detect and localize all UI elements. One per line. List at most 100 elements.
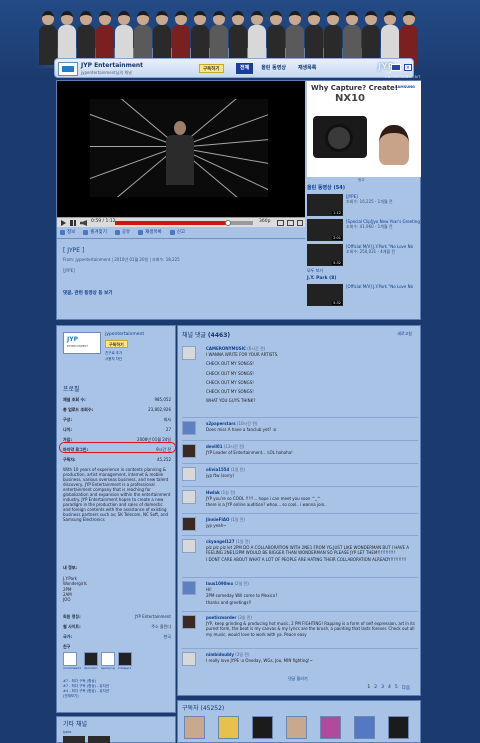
video-player[interactable]: 0:59 / 1:12 360p (57, 81, 305, 227)
channel-thumbnail[interactable] (88, 736, 110, 743)
action-flag[interactable]: 신고 (169, 229, 185, 235)
avatar[interactable] (182, 615, 196, 629)
tab-playlists[interactable]: 재생목록 (294, 63, 320, 74)
video-thumbnail[interactable]: 1:12 (307, 194, 343, 216)
subscriber-avatar[interactable] (320, 716, 341, 739)
comments-title: 채널 댓글 (4463) (182, 332, 231, 339)
quality-selector[interactable]: 360p (259, 219, 270, 224)
video-frame[interactable] (90, 99, 268, 197)
player-controls: 0:59 / 1:12 360p (57, 217, 305, 227)
related-video-title[interactable]: [Official M/V] J.Y.Park "No Love No (346, 284, 413, 289)
next-page[interactable]: 다음 (402, 685, 410, 691)
list-item[interactable]: 2:01 [Special Clip]Jyo New Year's Greeti… (307, 219, 421, 241)
action-favorite[interactable]: 즐겨찾기 (83, 229, 107, 235)
page-1[interactable]: 1 (367, 685, 370, 691)
avatar[interactable] (182, 490, 196, 504)
channel-nav-tabs: 전체 올린 동영상 재생목록 (236, 63, 320, 74)
list-item[interactable]: 1:12 [JYPE] 조회수: 16,225 - 1개월 전 (307, 194, 421, 216)
page-4[interactable]: 4 (388, 685, 391, 691)
refresh-link[interactable]: 새로고침 (397, 331, 412, 337)
artist-item: JOO (63, 597, 71, 602)
friends-label: 친구 (63, 644, 71, 649)
grid-view-icon[interactable] (391, 64, 401, 71)
channel-name[interactable]: JYP Entertainment (81, 62, 143, 69)
ranking-list: #7 - 최다 구독 (항상) #7 - 최다 구독 (항상) - 뮤지션 #4… (63, 679, 109, 699)
divider (182, 486, 418, 487)
next-icon[interactable] (70, 220, 76, 226)
progress-handle[interactable] (225, 220, 232, 226)
profile-subscribe-button[interactable]: 구독하기 (105, 340, 128, 348)
page-2[interactable]: 2 (374, 685, 377, 691)
avatar[interactable] (63, 332, 101, 354)
channel-thumbnail[interactable] (63, 736, 85, 743)
subscriber-avatar[interactable] (184, 716, 205, 739)
avatar[interactable] (182, 581, 196, 595)
friend-avatar[interactable] (118, 652, 133, 666)
action-share[interactable]: 공유 (114, 229, 130, 235)
volume-icon[interactable] (80, 220, 87, 226)
ranking-view-all[interactable]: (전체보기) (63, 694, 109, 699)
fullscreen-icon[interactable] (297, 220, 303, 226)
friend-avatar[interactable] (101, 652, 116, 666)
action-info[interactable]: 정보 (60, 229, 75, 235)
avatar[interactable] (182, 539, 196, 553)
avatar[interactable] (182, 652, 196, 666)
avatar[interactable] (182, 444, 196, 458)
video-thumbnail[interactable]: 5:32 (307, 284, 343, 306)
subscribers-title: 구독자 (45252) (182, 705, 225, 712)
channel-logo[interactable] (58, 62, 78, 76)
avatar[interactable] (182, 421, 196, 435)
page-3[interactable]: 3 (381, 685, 384, 691)
subscriber-avatar[interactable] (286, 716, 307, 739)
subscriber-avatar[interactable] (252, 716, 273, 739)
video-thumbnail[interactable]: 2:01 (307, 219, 343, 241)
ad-banner[interactable]: Why Capture? Create! NX10 SAMSUNG (307, 81, 421, 177)
see-all-link[interactable]: 모두 보기 (307, 268, 421, 274)
close-icon[interactable]: × (404, 64, 412, 71)
block-user-link[interactable]: 사용자 차단 (105, 357, 122, 362)
progress-bar[interactable] (115, 220, 253, 226)
video-title[interactable]: [ JYPE ] (63, 247, 299, 254)
subscriber-avatar[interactable] (388, 716, 409, 739)
divider (182, 535, 418, 536)
ad-headline: Why Capture? Create! (311, 84, 398, 92)
view-comments-link[interactable]: 댓글, 관련 동영상 등 보기 (63, 290, 112, 296)
profile-name[interactable]: jypentertainment (105, 332, 144, 337)
subscribe-button[interactable]: 구독하기 (199, 64, 224, 73)
friend-avatar[interactable] (63, 652, 77, 666)
artists-label: 내 정보: (63, 565, 78, 570)
artist-item: Wondergirls (63, 581, 87, 586)
avatar[interactable] (182, 467, 196, 481)
share-icon (114, 229, 120, 235)
avatar[interactable] (182, 517, 196, 531)
about-text: With 10 years of experience in contents … (63, 467, 171, 522)
friend-avatar[interactable] (84, 652, 99, 666)
website-link[interactable]: 주소 올린다 (151, 624, 171, 630)
subscriber-avatar[interactable] (354, 716, 375, 739)
artist-lineup-image (38, 3, 438, 65)
divider (182, 463, 418, 464)
add-friend-link[interactable]: 친구로 추가 (105, 351, 122, 356)
playlist-title[interactable]: J.Y. Park (8) (307, 276, 421, 281)
tab-all[interactable]: 전체 (236, 63, 254, 74)
page-5[interactable]: 5 (395, 685, 398, 691)
video-subject (162, 121, 198, 197)
comment-user[interactable]: CAMERONYMUSIC (206, 346, 246, 351)
subscriber-avatar[interactable] (218, 716, 239, 739)
video-thumbnail[interactable]: 5:32 (307, 244, 343, 266)
popout-icon[interactable] (277, 220, 284, 226)
list-item[interactable]: 5:32 [Official M/V] J.Y.Park "No Love No… (307, 244, 421, 266)
ad-label: 광고 (358, 178, 365, 182)
list-item[interactable]: 5:32 [Official M/V] J.Y.Park "No Love No (307, 284, 421, 306)
other-channels-panel: 기타 채널 Jyplo (56, 716, 176, 743)
other-channel-link[interactable]: Jyplo (63, 730, 71, 734)
tab-uploads[interactable]: 올린 동영상 (257, 63, 290, 74)
avatar[interactable] (182, 346, 196, 360)
profile-stats: 채널 조회 수: 985,052 총 업로드 조회수: 23,802,926 구성:… (59, 395, 176, 465)
widescreen-icon[interactable] (287, 220, 294, 226)
post-comment-link[interactable]: 댓글 올리기 (288, 676, 308, 682)
info-icon (60, 229, 65, 235)
channel-header-bar: JYP Entertainment jypentertainment님의 채널 … (54, 58, 420, 79)
action-playlist[interactable]: 재생목록 (138, 229, 162, 235)
play-icon[interactable] (61, 220, 66, 226)
